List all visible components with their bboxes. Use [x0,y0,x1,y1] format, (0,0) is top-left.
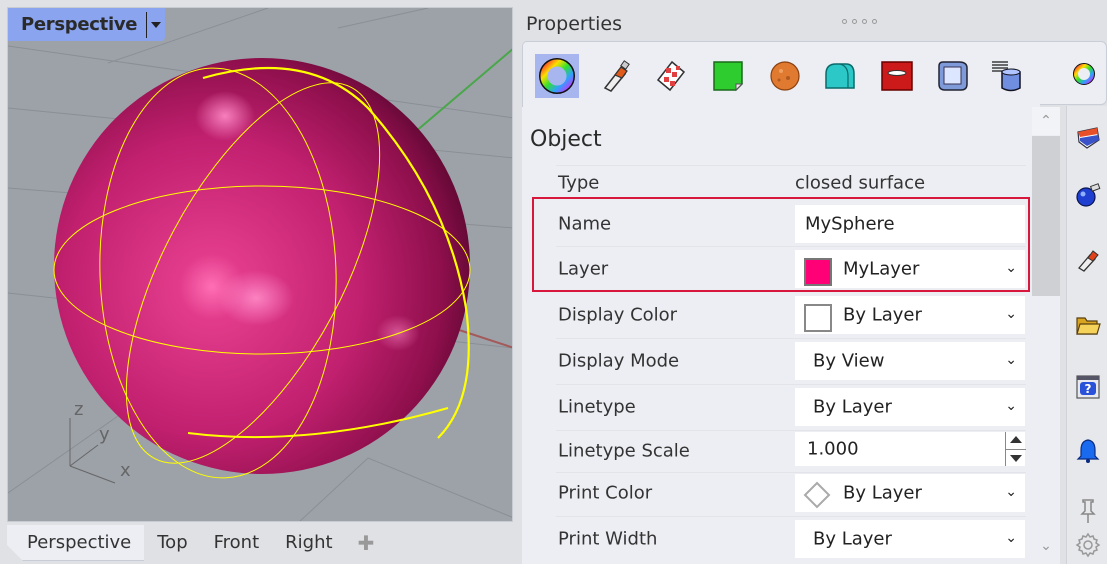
x-axis-label: x [120,460,131,481]
linetype-scale-label: Linetype Scale [558,440,690,462]
decals-icon[interactable] [706,54,750,98]
spinner-buttons[interactable] [1005,432,1026,466]
row-linetype-scale: Linetype Scale 1.000 [524,429,1026,473]
tab-front[interactable]: Front [201,525,273,561]
linetype-dropdown[interactable]: By Layer ⌄ [795,388,1025,426]
row-linetype: Linetype By Layer ⌄ [524,385,1025,429]
attribute-user-text-icon[interactable] [986,54,1030,98]
display-mode-dropdown[interactable]: By View ⌄ [795,342,1025,380]
print-width-label: Print Width [558,528,658,550]
thickening-icon[interactable] [931,54,975,98]
help-icon[interactable]: ? [1073,372,1103,402]
viewport-title-separator [146,11,148,38]
viewport-title[interactable]: Perspective [21,14,137,35]
linetype-value: By Layer [813,396,892,418]
scrollbar-thumb[interactable] [1032,136,1060,296]
print-color-value: By Layer [843,482,922,504]
display-mode-label: Display Mode [558,350,680,372]
properties-scrollbar[interactable]: ⌃ ⌄ [1032,107,1060,564]
chevron-down-icon[interactable]: ⌄ [1005,306,1017,322]
sphere-surface [54,58,470,474]
tab-perspective[interactable]: Perspective [7,525,144,561]
print-color-label: Print Color [558,482,653,504]
display-mode-value: By View [813,350,885,372]
tab-top[interactable]: Top [144,525,200,561]
properties-panel: Properties Object Type closed surface Na… [520,0,1107,564]
properties-content: Object Type closed surface Name MySphere… [522,107,1032,564]
tab-right[interactable]: Right [272,525,345,561]
display-color-dropdown[interactable]: By Layer ⌄ [795,296,1025,334]
color-wheel-icon[interactable] [1062,52,1106,96]
row-print-color: Print Color By Layer ⌄ [524,471,1025,515]
row-print-width: Print Width By Layer ⌄ [524,517,1025,561]
type-value: closed surface [795,172,926,194]
panel-drag-grip[interactable] [842,19,877,24]
z-axis-label: z [74,399,83,420]
displacement-icon[interactable] [763,54,807,98]
diamond-swatch-icon [803,481,831,509]
notifications-icon[interactable] [1073,436,1103,466]
row-display-mode: Display Mode By View ⌄ [524,339,1025,383]
spin-down-icon[interactable] [1010,455,1022,462]
scroll-up-icon[interactable]: ⌃ [1032,107,1060,135]
viewport-scene: z y x [8,8,512,521]
print-color-dropdown[interactable]: By Layer ⌄ [795,474,1025,512]
display-color-swatch [804,304,832,332]
layers-icon[interactable] [1073,122,1103,152]
chevron-down-icon[interactable]: ⌄ [1005,352,1017,368]
chevron-down-icon[interactable]: ⌄ [1005,398,1017,414]
materials-icon[interactable] [1073,244,1103,274]
spin-up-icon[interactable] [1010,436,1022,443]
chevron-down-icon[interactable]: ⌄ [1005,484,1017,500]
side-panel-tabs: ? [1066,106,1107,564]
y-axis-label: y [99,424,110,445]
perspective-viewport[interactable]: z y x Perspective [7,7,513,522]
linetype-scale-value[interactable]: 1.000 [807,439,859,460]
row-display-color: Display Color By Layer ⌄ [524,293,1025,337]
panel-tab-strip [1040,41,1107,105]
texture-mapping-icon[interactable] [648,54,692,98]
print-width-value: By Layer [813,528,892,550]
files-icon[interactable] [1073,310,1103,340]
properties-toolbar [522,41,1040,107]
display-color-value: By Layer [843,304,922,326]
linetype-label: Linetype [558,396,636,418]
pin-icon[interactable] [1073,496,1103,526]
render-icon[interactable] [1073,180,1103,210]
svg-text:?: ? [1085,382,1092,396]
viewport-title-button[interactable]: Perspective [8,8,166,41]
chevron-down-icon[interactable]: ⌄ [1005,530,1017,546]
object-properties-icon[interactable] [535,54,579,98]
edge-softening-icon[interactable] [818,54,862,98]
highlight-box [532,197,1030,292]
type-label: Type [558,172,600,194]
add-view-tab-icon[interactable]: ✚ [346,525,387,561]
panel-title: Properties [526,13,623,35]
print-width-dropdown[interactable]: By Layer ⌄ [795,520,1025,558]
scroll-down-icon[interactable]: ⌄ [1032,532,1060,560]
settings-icon[interactable] [1073,530,1103,560]
y-axis-line [407,48,512,139]
linetype-scale-spinner[interactable]: 1.000 [795,432,1026,466]
view-tabs: Perspective Top Front Right ✚ [7,524,386,562]
display-color-label: Display Color [558,304,678,326]
caret-down-icon[interactable] [151,21,162,28]
section-header: Object [530,127,602,152]
material-icon[interactable] [593,54,637,98]
shut-lining-icon[interactable] [875,54,919,98]
